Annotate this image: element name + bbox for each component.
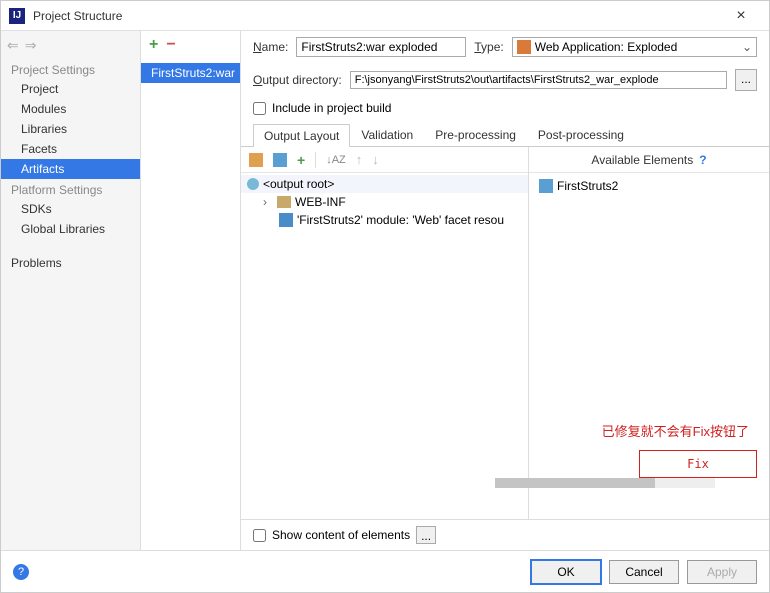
ok-button[interactable]: OK [531, 560, 601, 584]
separator [315, 152, 316, 168]
name-label: Name: [253, 40, 288, 54]
include-checkbox[interactable] [253, 102, 266, 115]
include-row: Include in project build [241, 97, 769, 123]
type-value: Web Application: Exploded [535, 40, 678, 54]
tree-root[interactable]: <output root> [241, 175, 528, 193]
add-icon[interactable]: + [149, 36, 158, 54]
content: ⇐ ⇒ Project Settings Project Modules Lib… [1, 31, 769, 550]
close-icon[interactable]: × [721, 7, 761, 25]
sidebar-item-global-libraries[interactable]: Global Libraries [1, 219, 140, 239]
output-root-icon [247, 178, 259, 190]
browse-button[interactable]: ... [735, 69, 757, 91]
available-tree[interactable]: FirstStruts2 [529, 173, 769, 199]
main-panel: Name: Type: Web Application: Exploded ⌄ … [241, 31, 769, 550]
show-content-options[interactable]: ... [416, 526, 436, 544]
tabs: Output Layout Validation Pre-processing … [241, 123, 769, 147]
output-tree[interactable]: <output root> › WEB-INF 'FirstStruts2' m… [241, 173, 528, 519]
folder-icon [277, 196, 291, 208]
include-label: Include in project build [272, 101, 391, 115]
artifact-toolbar: + − [141, 31, 240, 59]
back-icon[interactable]: ⇐ [7, 37, 19, 54]
tab-post-processing[interactable]: Post-processing [527, 123, 635, 146]
sidebar-item-problems[interactable]: Problems [1, 253, 140, 273]
sidebar-item-libraries[interactable]: Libraries [1, 119, 140, 139]
sidebar-item-modules[interactable]: Modules [1, 99, 140, 119]
tree-webinf-label: WEB-INF [295, 195, 346, 209]
tree-facet-label: 'FirstStruts2' module: 'Web' facet resou [297, 213, 504, 227]
type-select[interactable]: Web Application: Exploded ⌄ [512, 37, 757, 57]
remove-icon[interactable]: − [166, 36, 175, 54]
caret-icon[interactable]: › [263, 195, 273, 209]
sidebar-section-platform: Platform Settings [1, 179, 140, 199]
tab-output-layout[interactable]: Output Layout [253, 124, 350, 147]
footer: ? OK Cancel Apply [1, 550, 769, 592]
available-header: Available Elements ? [529, 147, 769, 173]
name-row: Name: Type: Web Application: Exploded ⌄ [241, 31, 769, 63]
type-label: Type: [474, 40, 503, 54]
tree-panel: + ↓AZ ↑ ↓ <output root> › WEB-INF [241, 147, 529, 519]
available-item-label: FirstStruts2 [557, 179, 618, 193]
new-file-icon[interactable] [273, 153, 287, 167]
module-icon [539, 179, 553, 193]
available-item[interactable]: FirstStruts2 [537, 177, 761, 195]
available-header-label: Available Elements [591, 153, 693, 167]
sidebar-item-artifacts[interactable]: Artifacts [1, 159, 140, 179]
move-down-icon[interactable]: ↓ [372, 152, 379, 167]
help-icon[interactable]: ? [699, 153, 706, 167]
show-content-checkbox[interactable] [253, 529, 266, 542]
sidebar-toolbar: ⇐ ⇒ [1, 31, 140, 59]
tree-webinf[interactable]: › WEB-INF [241, 193, 528, 211]
chevron-down-icon: ⌄ [742, 40, 752, 54]
forward-icon[interactable]: ⇒ [25, 37, 37, 54]
tree-root-label: <output root> [263, 177, 334, 191]
new-folder-icon[interactable] [249, 153, 263, 167]
cancel-button[interactable]: Cancel [609, 560, 679, 584]
outdir-label: Output directory: [253, 73, 342, 87]
sort-icon[interactable]: ↓AZ [326, 154, 346, 166]
scrollbar-thumb[interactable] [495, 478, 655, 488]
annotation-note: 已修复就不会有Fix按钮了 [602, 421, 749, 440]
sidebar-item-project[interactable]: Project [1, 79, 140, 99]
artifact-item-label: FirstStruts2:war [151, 66, 235, 80]
tab-validation[interactable]: Validation [350, 123, 424, 146]
apply-button[interactable]: Apply [687, 560, 757, 584]
tab-pre-processing[interactable]: Pre-processing [424, 123, 527, 146]
name-input[interactable] [296, 37, 466, 57]
horizontal-scrollbar[interactable] [495, 478, 715, 488]
type-icon [517, 40, 531, 54]
window-title: Project Structure [33, 9, 721, 23]
tree-toolbar: + ↓AZ ↑ ↓ [241, 147, 528, 173]
sidebar: ⇐ ⇒ Project Settings Project Modules Lib… [1, 31, 141, 550]
web-facet-icon [279, 213, 293, 227]
artifact-list: + − FirstStruts2:war [141, 31, 241, 550]
add-copy-icon[interactable]: + [297, 152, 305, 168]
artifact-item[interactable]: FirstStruts2:war [141, 63, 240, 83]
outdir-input[interactable] [350, 71, 727, 89]
titlebar: IJ Project Structure × [1, 1, 769, 31]
tree-facet[interactable]: 'FirstStruts2' module: 'Web' facet resou [241, 211, 528, 229]
sidebar-section-project: Project Settings [1, 59, 140, 79]
help-button[interactable]: ? [13, 564, 29, 580]
move-up-icon[interactable]: ↑ [356, 152, 363, 167]
sidebar-item-sdks[interactable]: SDKs [1, 199, 140, 219]
sidebar-item-facets[interactable]: Facets [1, 139, 140, 159]
app-icon: IJ [9, 8, 25, 24]
show-content-label: Show content of elements [272, 528, 410, 542]
fix-button-annotation: Fix [639, 450, 757, 478]
bottom-bar: Show content of elements ... [241, 519, 769, 550]
outdir-row: Output directory: ... [241, 63, 769, 97]
